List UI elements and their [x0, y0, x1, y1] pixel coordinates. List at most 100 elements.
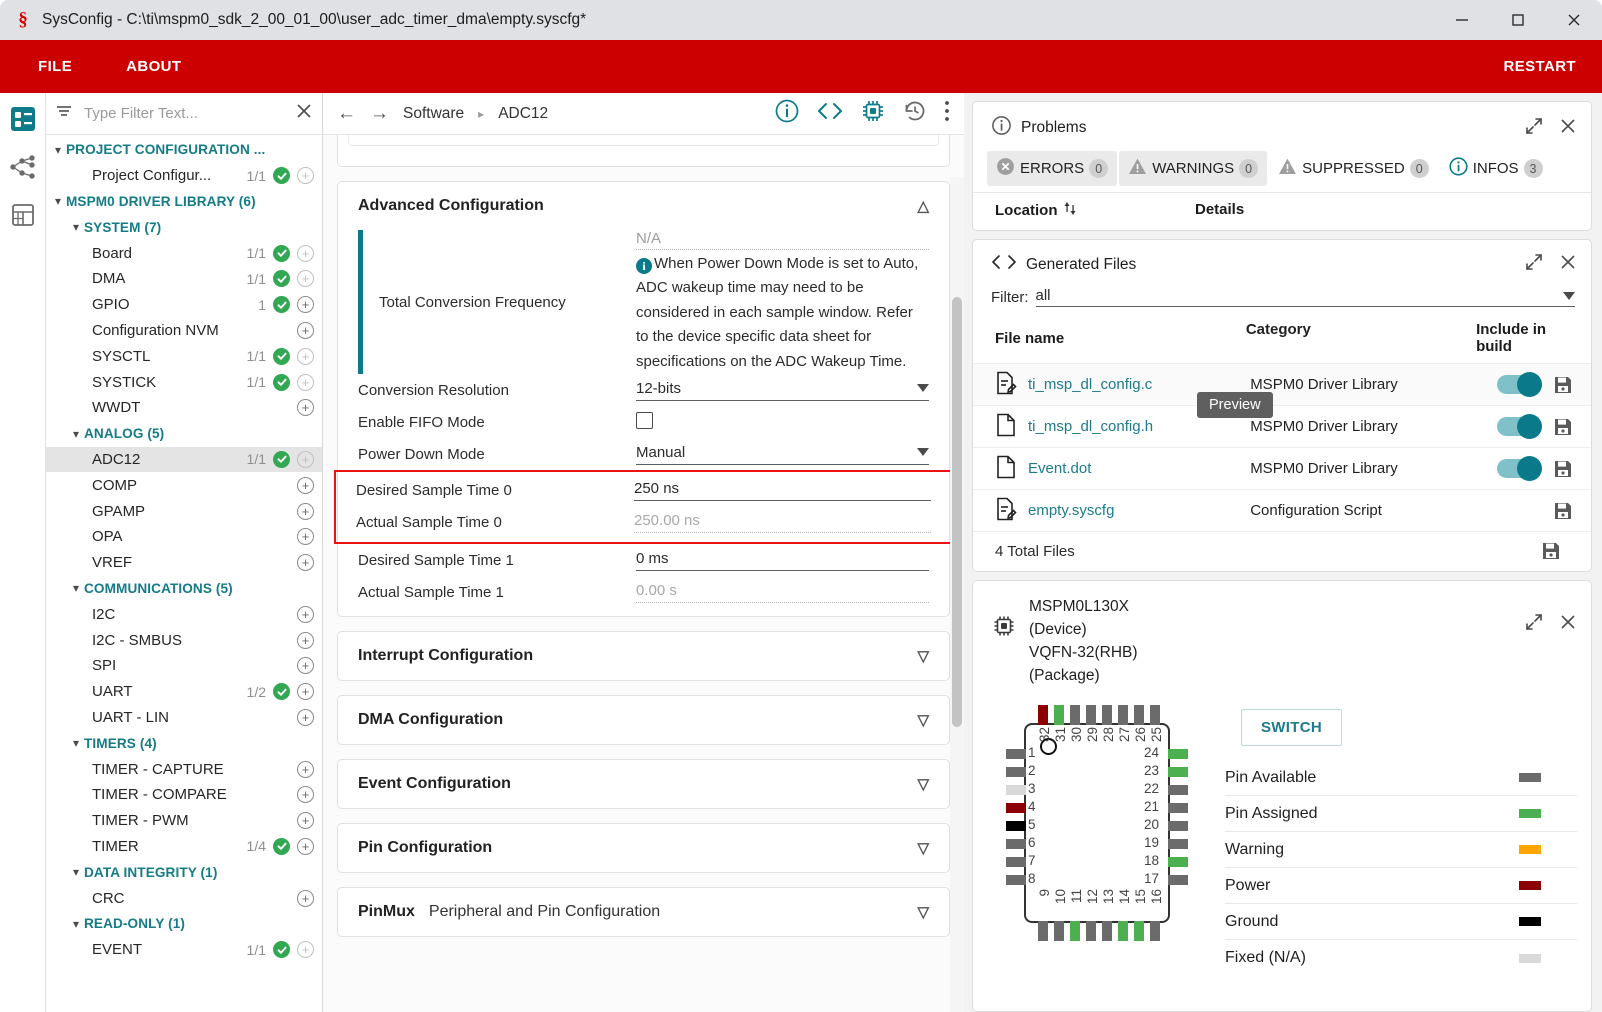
package-pin-17[interactable] — [1168, 875, 1188, 885]
add-instance-icon[interactable]: + — [297, 786, 314, 804]
expand-icon[interactable] — [1525, 253, 1543, 276]
problems-chip-infos[interactable]: INFOS 3 — [1440, 151, 1552, 186]
chevron-down-icon[interactable]: ▾ — [68, 220, 84, 234]
save-icon[interactable] — [1553, 459, 1573, 479]
add-instance-icon[interactable]: + — [297, 657, 314, 675]
package-pin-7[interactable] — [1006, 857, 1026, 867]
tree-item-communications-5[interactable]: ▾ COMMUNICATIONS (5) — [46, 576, 322, 602]
package-diagram[interactable]: 32 31 30 29 28 27 26 25 1 2 3 4 5 6 7 8 24 23 22 21 20 19 18 17… — [991, 695, 1203, 955]
desired-sample-time-1-input[interactable]: 0 ms — [636, 550, 929, 571]
tree-item-adc12[interactable]: ADC12 1/1 + — [46, 446, 322, 473]
tree-item-data-integrity-1[interactable]: ▾ DATA INTEGRITY (1) — [46, 859, 322, 885]
problems-chip-warnings[interactable]: WARNINGS 0 — [1119, 151, 1268, 186]
package-pin-1[interactable] — [1006, 749, 1026, 759]
tree-item-uart-lin[interactable]: UART - LIN + — [46, 705, 322, 731]
save-all-icon[interactable] — [1541, 541, 1561, 561]
back-arrow-icon[interactable]: ← — [337, 103, 356, 125]
close-icon[interactable] — [1559, 117, 1577, 140]
add-instance-icon[interactable]: + — [297, 528, 314, 546]
package-pin-25[interactable] — [1150, 705, 1160, 725]
pin-configuration-header[interactable]: Pin Configuration ▽ — [338, 824, 949, 872]
add-instance-icon[interactable]: + — [297, 708, 314, 726]
tree-item-system-7[interactable]: ▾ SYSTEM (7) — [46, 214, 322, 240]
add-instance-icon[interactable]: + — [297, 889, 314, 907]
tree-item-dma[interactable]: DMA 1/1 + — [46, 266, 322, 292]
tree-item-timer-capture[interactable]: TIMER - CAPTURE + — [46, 756, 322, 782]
filter-select[interactable]: all — [1035, 287, 1575, 307]
add-instance-icon[interactable]: + — [297, 760, 314, 778]
problems-chip-suppressed[interactable]: SUPPRESSED 0 — [1269, 151, 1438, 186]
tree-item-comp[interactable]: COMP + — [46, 472, 322, 498]
package-pin-5[interactable] — [1006, 821, 1026, 831]
add-instance-icon[interactable]: + — [297, 167, 314, 185]
tree-item-gpio[interactable]: GPIO 1 + — [46, 292, 322, 318]
restart-button[interactable]: RESTART — [1503, 58, 1576, 75]
power-down-mode-select[interactable]: Manual — [636, 444, 929, 465]
tree-item-crc[interactable]: CRC + — [46, 885, 322, 911]
event-configuration-header[interactable]: Event Configuration ▽ — [338, 760, 949, 808]
close-icon[interactable] — [1559, 253, 1577, 276]
tree-item-configuration-nvm[interactable]: Configuration NVM + — [46, 318, 322, 344]
maximize-button[interactable] — [1490, 0, 1546, 40]
tree-item-i2c[interactable]: I2C + — [46, 601, 322, 627]
center-scrollbar[interactable] — [950, 177, 964, 1012]
package-pin-19[interactable] — [1168, 839, 1188, 849]
package-pin-30[interactable] — [1070, 705, 1080, 725]
include-toggle[interactable] — [1496, 456, 1542, 481]
package-pin-10[interactable] — [1054, 921, 1064, 941]
package-pin-23[interactable] — [1168, 767, 1188, 777]
menu-about[interactable]: ABOUT — [108, 40, 199, 93]
info-icon[interactable] — [774, 98, 800, 129]
chevron-down-icon[interactable]: ▾ — [68, 427, 84, 441]
tree-item-project-configur[interactable]: Project Configur... 1/1 + — [46, 163, 322, 189]
file-name-link[interactable]: Event.dot — [1028, 460, 1091, 477]
enable-fifo-mode-checkbox[interactable] — [636, 411, 653, 429]
graph-icon[interactable] — [9, 153, 37, 181]
package-pin-3[interactable] — [1006, 785, 1026, 795]
problems-chip-errors[interactable]: ERRORS 0 — [987, 151, 1118, 186]
add-instance-icon[interactable]: + — [297, 373, 314, 391]
chevron-down-icon[interactable]: ▾ — [50, 194, 66, 208]
add-instance-icon[interactable]: + — [297, 270, 314, 288]
tree-item-read-only-1[interactable]: ▾ READ-ONLY (1) — [46, 911, 322, 937]
tree-item-board[interactable]: Board 1/1 + — [46, 240, 322, 266]
package-pin-6[interactable] — [1006, 839, 1026, 849]
history-icon[interactable] — [902, 98, 928, 129]
add-instance-icon[interactable]: + — [297, 399, 314, 417]
package-pin-27[interactable] — [1118, 705, 1128, 725]
advanced-configuration-header[interactable]: Advanced Configuration △ — [338, 182, 949, 230]
kebab-menu-icon[interactable] — [944, 99, 950, 128]
package-pin-22[interactable] — [1168, 785, 1188, 795]
desired-sample-time-0-input[interactable]: 250 ns — [634, 480, 931, 501]
add-instance-icon[interactable]: + — [297, 476, 314, 494]
package-pin-32[interactable] — [1038, 705, 1048, 725]
package-pin-12[interactable] — [1086, 921, 1096, 941]
table-icon[interactable] — [9, 201, 37, 229]
file-name-link[interactable]: empty.syscfg — [1028, 502, 1114, 519]
file-name-link[interactable]: ti_msp_dl_config.c — [1028, 376, 1152, 393]
tree-item-gpamp[interactable]: GPAMP + — [46, 498, 322, 524]
add-instance-icon[interactable]: + — [297, 347, 314, 365]
add-instance-icon[interactable]: + — [297, 941, 314, 959]
center-scrollbar-thumb[interactable] — [952, 297, 962, 727]
breadcrumb-root[interactable]: Software — [403, 105, 464, 123]
file-name-link[interactable]: ti_msp_dl_config.h — [1028, 418, 1153, 435]
minimize-button[interactable] — [1434, 0, 1490, 40]
package-pin-11[interactable] — [1070, 921, 1080, 941]
tree-item-event[interactable]: EVENT 1/1 + — [46, 937, 322, 963]
tree-item-uart[interactable]: UART 1/2 + — [46, 679, 322, 705]
module-tree[interactable]: ▾ PROJECT CONFIGURATION ... Project Config… — [46, 135, 322, 1012]
close-icon[interactable] — [294, 101, 314, 126]
code-icon[interactable] — [816, 98, 844, 129]
tree-item-wwdt[interactable]: WWDT + — [46, 395, 322, 421]
package-pin-24[interactable] — [1168, 749, 1188, 759]
search-input[interactable] — [82, 104, 286, 123]
chevron-down-icon[interactable]: ▾ — [68, 917, 84, 931]
add-instance-icon[interactable]: + — [297, 502, 314, 520]
tree-item-mspm0-driver-library-6[interactable]: ▾ MSPM0 DRIVER LIBRARY (6) — [46, 189, 322, 215]
chevron-down-icon[interactable]: ▽ — [917, 647, 929, 665]
conversion-resolution-select[interactable]: 12-bits — [636, 380, 929, 401]
interrupt-configuration-header[interactable]: Interrupt Configuration ▽ — [338, 632, 949, 680]
add-instance-icon[interactable]: + — [297, 450, 314, 468]
package-pin-20[interactable] — [1168, 821, 1188, 831]
